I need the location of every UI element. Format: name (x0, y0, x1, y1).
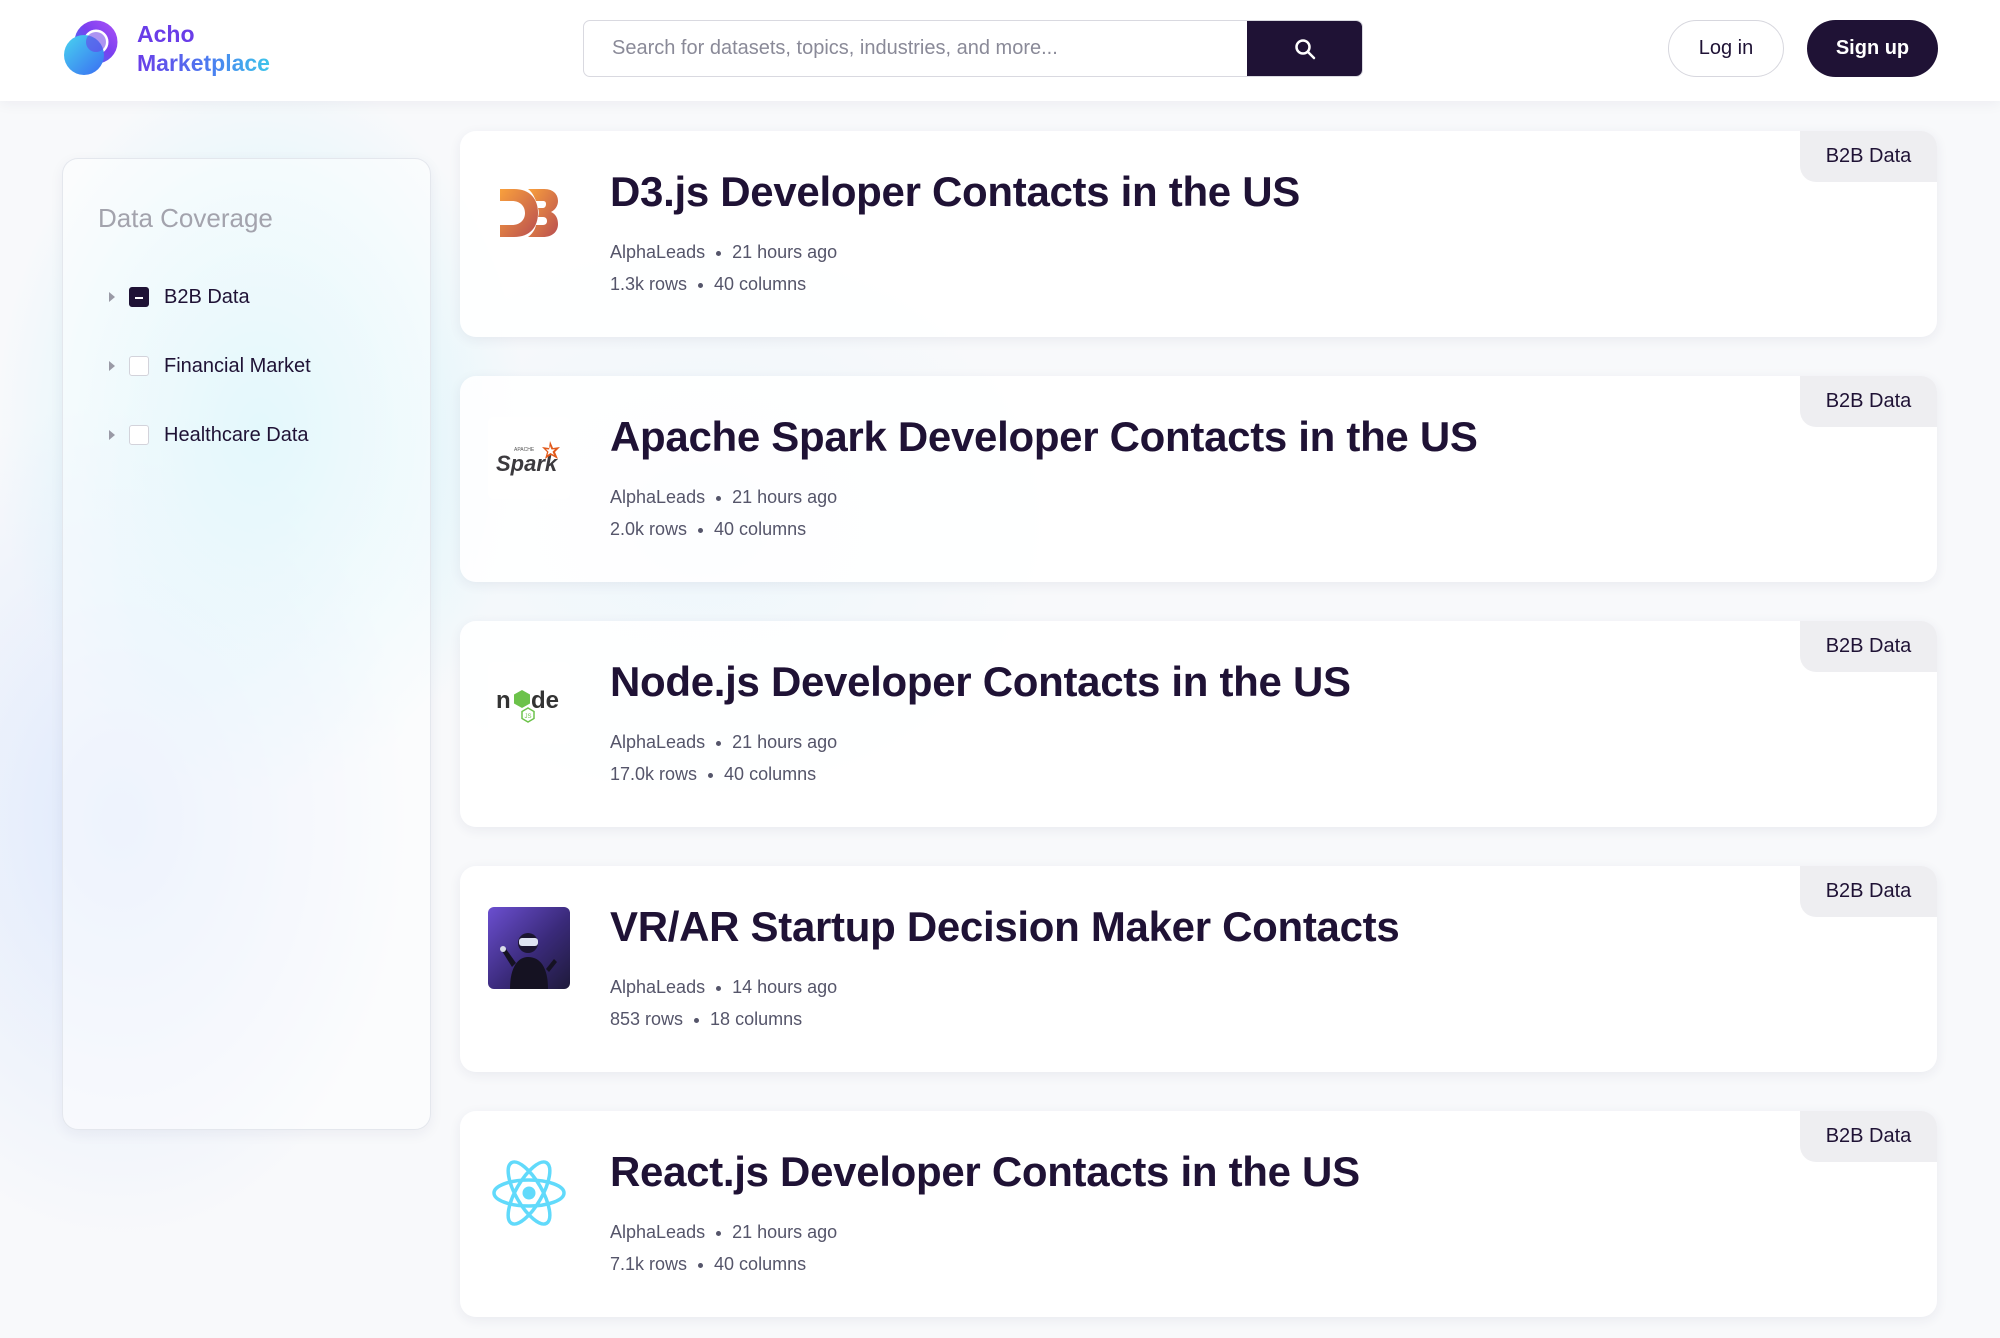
dataset-updated: 21 hours ago (732, 732, 838, 752)
dataset-provider-line: AlphaLeads 14 hours ago (610, 977, 837, 998)
dataset-columns: 18 columns (710, 1009, 803, 1029)
svg-text:JS: JS (525, 714, 532, 720)
dataset-updated: 14 hours ago (732, 977, 838, 997)
dataset-rows: 853 rows (610, 1009, 684, 1029)
dataset-title[interactable]: Apache Spark Developer Contacts in the U… (610, 413, 1478, 461)
filter-item-financial-market[interactable]: Financial Market (109, 351, 311, 381)
dataset-rows: 2.0k rows (610, 519, 688, 539)
dataset-provider[interactable]: AlphaLeads (610, 977, 705, 997)
spark-logo-icon: APACHE Spark (488, 417, 570, 499)
dataset-provider[interactable]: AlphaLeads (610, 732, 705, 752)
dataset-updated: 21 hours ago (732, 1222, 838, 1242)
category-tag: B2B Data (1800, 866, 1937, 917)
dataset-updated: 21 hours ago (732, 487, 838, 507)
dataset-size-line: 853 rows 18 columns (610, 1009, 802, 1030)
expand-caret-icon[interactable] (109, 430, 115, 440)
dataset-size-line: 17.0k rows 40 columns (610, 764, 816, 785)
nodejs-logo-icon: n de JS (488, 662, 570, 744)
react-logo-icon (488, 1152, 570, 1234)
dataset-card[interactable]: VR/AR Startup Decision Maker Contacts Al… (460, 866, 1937, 1072)
category-tag: B2B Data (1800, 131, 1937, 182)
top-header: Acho Marketplace Log in Sign up (0, 0, 2000, 101)
filter-item-healthcare-data[interactable]: Healthcare Data (109, 420, 309, 450)
signup-button[interactable]: Sign up (1807, 20, 1938, 77)
filter-checkbox[interactable] (129, 287, 149, 307)
dataset-provider-line: AlphaLeads 21 hours ago (610, 242, 837, 263)
dataset-card[interactable]: APACHE Spark Apache Spark Developer Cont… (460, 376, 1937, 582)
svg-text:de: de (531, 687, 559, 714)
filter-checkbox[interactable] (129, 425, 149, 445)
search-input[interactable] (584, 21, 1247, 76)
dataset-title[interactable]: Node.js Developer Contacts in the US (610, 658, 1351, 706)
dataset-rows: 1.3k rows (610, 274, 688, 294)
category-tag: B2B Data (1800, 376, 1937, 427)
expand-caret-icon[interactable] (109, 361, 115, 371)
dataset-size-line: 2.0k rows 40 columns (610, 519, 806, 540)
filter-sidebar: Data Coverage B2B Data Financial Market … (62, 158, 431, 1130)
vr-headset-photo (488, 907, 570, 989)
category-tag: B2B Data (1800, 1111, 1937, 1162)
dataset-columns: 40 columns (714, 1254, 807, 1274)
dataset-provider-line: AlphaLeads 21 hours ago (610, 732, 837, 753)
dataset-size-line: 1.3k rows 40 columns (610, 274, 806, 295)
sidebar-title: Data Coverage (98, 203, 273, 233)
dataset-provider-line: AlphaLeads 21 hours ago (610, 487, 837, 508)
dataset-columns: 40 columns (714, 519, 807, 539)
dataset-title[interactable]: D3.js Developer Contacts in the US (610, 168, 1300, 216)
dataset-card[interactable]: n de JS Node.js Developer Contacts in th… (460, 621, 1937, 827)
svg-text:n: n (496, 687, 511, 714)
dataset-title[interactable]: React.js Developer Contacts in the US (610, 1148, 1360, 1196)
logo-text-acho: Acho (137, 21, 195, 47)
dataset-columns: 40 columns (714, 274, 807, 294)
dataset-size-line: 7.1k rows 40 columns (610, 1254, 806, 1275)
acho-logo-icon (64, 20, 118, 75)
acho-marketplace-logo[interactable]: Acho Marketplace (62, 18, 282, 80)
dataset-title[interactable]: VR/AR Startup Decision Maker Contacts (610, 903, 1400, 951)
dataset-provider[interactable]: AlphaLeads (610, 242, 705, 262)
logo-text-marketplace: Marketplace (137, 50, 270, 76)
dataset-updated: 21 hours ago (732, 242, 838, 262)
category-tag: B2B Data (1800, 621, 1937, 672)
dataset-provider-line: AlphaLeads 21 hours ago (610, 1222, 837, 1243)
filter-item-b2b-data[interactable]: B2B Data (109, 282, 250, 312)
search-button[interactable] (1247, 21, 1362, 76)
dataset-rows: 17.0k rows (610, 764, 698, 784)
search-icon (1295, 38, 1316, 59)
d3-logo-icon (488, 172, 570, 254)
dataset-rows: 7.1k rows (610, 1254, 688, 1274)
dataset-provider[interactable]: AlphaLeads (610, 487, 705, 507)
filter-label: Financial Market (164, 354, 311, 377)
login-button[interactable]: Log in (1668, 20, 1784, 77)
filter-checkbox[interactable] (129, 356, 149, 376)
dataset-card[interactable]: D3.js Developer Contacts in the US Alpha… (460, 131, 1937, 337)
dataset-card[interactable]: React.js Developer Contacts in the US Al… (460, 1111, 1937, 1317)
expand-caret-icon[interactable] (109, 292, 115, 302)
filter-label: Healthcare Data (164, 423, 309, 446)
filter-label: B2B Data (164, 285, 250, 308)
dataset-columns: 40 columns (724, 764, 817, 784)
search-bar (583, 20, 1363, 77)
dataset-provider[interactable]: AlphaLeads (610, 1222, 705, 1242)
